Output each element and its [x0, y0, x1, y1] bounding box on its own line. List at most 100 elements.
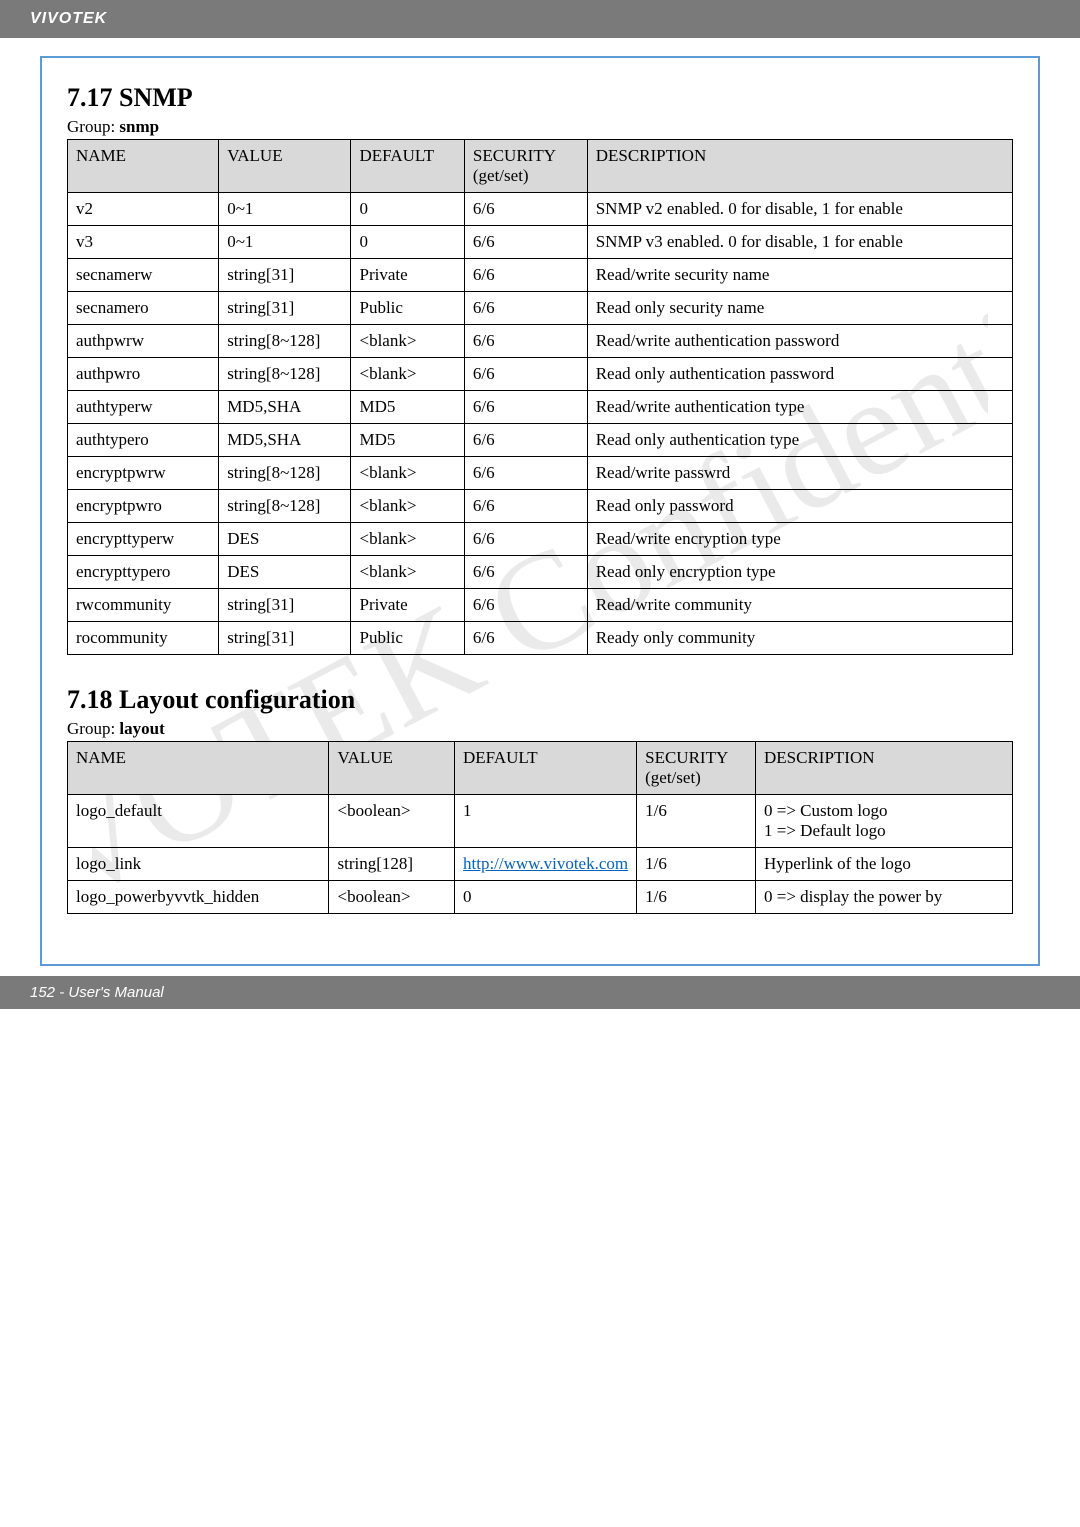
cell-default: 0: [351, 226, 464, 259]
cell-default: <blank>: [351, 457, 464, 490]
cell-name: rocommunity: [68, 622, 219, 655]
cell-name: secnamerw: [68, 259, 219, 292]
cell-security: 6/6: [464, 259, 587, 292]
group-label-layout: Group: layout: [67, 719, 1013, 739]
cell-security: 1/6: [637, 881, 756, 914]
cell-description: 0 => display the power by: [756, 881, 1013, 914]
cell-description: Read only authentication type: [587, 424, 1012, 457]
cell-default: Private: [351, 259, 464, 292]
table-row: logo_default<boolean>11/60 => Custom log…: [68, 795, 1013, 848]
cell-default: 1: [455, 795, 637, 848]
cell-security: 6/6: [464, 424, 587, 457]
cell-description: Read/write security name: [587, 259, 1012, 292]
cell-name: encryptpwrw: [68, 457, 219, 490]
cell-description: 0 => Custom logo1 => Default logo: [756, 795, 1013, 848]
cell-security: 6/6: [464, 325, 587, 358]
cell-name: authtyperw: [68, 391, 219, 424]
cell-value: string[8~128]: [219, 490, 351, 523]
col-security: SECURITY (get/set): [637, 742, 756, 795]
header-brand: VIVOTEK: [0, 0, 1080, 38]
cell-description: Read/write authentication type: [587, 391, 1012, 424]
cell-security: 1/6: [637, 795, 756, 848]
cell-name: logo_default: [68, 795, 329, 848]
cell-security: 1/6: [637, 848, 756, 881]
section-heading-snmp: 7.17 SNMP: [67, 83, 1013, 113]
cell-description: SNMP v2 enabled. 0 for disable, 1 for en…: [587, 193, 1012, 226]
table-row: rocommunitystring[31]Public6/6Ready only…: [68, 622, 1013, 655]
cell-security: 6/6: [464, 523, 587, 556]
table-row: logo_powerbyvvtk_hidden<boolean>01/60 =>…: [68, 881, 1013, 914]
cell-value: string[128]: [329, 848, 455, 881]
cell-value: <boolean>: [329, 881, 455, 914]
cell-description: SNMP v3 enabled. 0 for disable, 1 for en…: [587, 226, 1012, 259]
cell-default: <blank>: [351, 325, 464, 358]
cell-description: Read only encryption type: [587, 556, 1012, 589]
col-security: SECURITY (get/set): [464, 140, 587, 193]
cell-security: 6/6: [464, 457, 587, 490]
cell-description: Read only password: [587, 490, 1012, 523]
cell-security: 6/6: [464, 193, 587, 226]
cell-description: Read/write passwrd: [587, 457, 1012, 490]
col-description: DESCRIPTION: [587, 140, 1012, 193]
cell-value: string[8~128]: [219, 457, 351, 490]
cell-name: authpwrw: [68, 325, 219, 358]
cell-name: v3: [68, 226, 219, 259]
cell-default: <blank>: [351, 556, 464, 589]
cell-value: string[31]: [219, 589, 351, 622]
cell-default: MD5: [351, 424, 464, 457]
cell-default: <blank>: [351, 358, 464, 391]
cell-default: Public: [351, 622, 464, 655]
table-row: encryptpwrostring[8~128]<blank>6/6Read o…: [68, 490, 1013, 523]
col-default: DEFAULT: [351, 140, 464, 193]
table-row: secnamerostring[31]Public6/6Read only se…: [68, 292, 1013, 325]
table-row: v30~106/6SNMP v3 enabled. 0 for disable,…: [68, 226, 1013, 259]
cell-default: MD5: [351, 391, 464, 424]
cell-description: Read/write community: [587, 589, 1012, 622]
group-label-prefix: Group:: [67, 719, 119, 738]
cell-name: logo_link: [68, 848, 329, 881]
cell-description: Read only security name: [587, 292, 1012, 325]
cell-security: 6/6: [464, 358, 587, 391]
group-label-snmp: Group: snmp: [67, 117, 1013, 137]
cell-default: 0: [351, 193, 464, 226]
col-value: VALUE: [329, 742, 455, 795]
cell-name: authpwro: [68, 358, 219, 391]
col-name: NAME: [68, 140, 219, 193]
cell-name: encrypttypero: [68, 556, 219, 589]
cell-security: 6/6: [464, 226, 587, 259]
cell-value: MD5,SHA: [219, 391, 351, 424]
hyperlink[interactable]: http://www.vivotek.com: [463, 854, 628, 873]
table-row: encrypttyperwDES<blank>6/6Read/write enc…: [68, 523, 1013, 556]
col-default: DEFAULT: [455, 742, 637, 795]
cell-security: 6/6: [464, 622, 587, 655]
cell-value: string[8~128]: [219, 325, 351, 358]
cell-name: v2: [68, 193, 219, 226]
table-row: authpwrwstring[8~128]<blank>6/6Read/writ…: [68, 325, 1013, 358]
footer-page: 152 - User's Manual: [0, 976, 1080, 1009]
cell-default[interactable]: http://www.vivotek.com: [455, 848, 637, 881]
section-heading-layout: 7.18 Layout configuration: [67, 685, 1013, 715]
table-row: authpwrostring[8~128]<blank>6/6Read only…: [68, 358, 1013, 391]
cell-value: 0~1: [219, 226, 351, 259]
cell-value: string[8~128]: [219, 358, 351, 391]
cell-security: 6/6: [464, 292, 587, 325]
cell-security: 6/6: [464, 589, 587, 622]
cell-value: string[31]: [219, 259, 351, 292]
cell-default: <blank>: [351, 523, 464, 556]
table-row: encryptpwrwstring[8~128]<blank>6/6Read/w…: [68, 457, 1013, 490]
table-row: authtyperwMD5,SHAMD56/6Read/write authen…: [68, 391, 1013, 424]
cell-value: <boolean>: [329, 795, 455, 848]
cell-value: 0~1: [219, 193, 351, 226]
cell-value: string[31]: [219, 622, 351, 655]
snmp-table: NAME VALUE DEFAULT SECURITY (get/set) DE…: [67, 139, 1013, 655]
cell-security: 6/6: [464, 556, 587, 589]
cell-value: DES: [219, 556, 351, 589]
cell-security: 6/6: [464, 391, 587, 424]
cell-default: Private: [351, 589, 464, 622]
table-row: authtyperoMD5,SHAMD56/6Read only authent…: [68, 424, 1013, 457]
table-row: secnamerwstring[31]Private6/6Read/write …: [68, 259, 1013, 292]
cell-default: <blank>: [351, 490, 464, 523]
table-header-row: NAME VALUE DEFAULT SECURITY (get/set) DE…: [68, 742, 1013, 795]
table-header-row: NAME VALUE DEFAULT SECURITY (get/set) DE…: [68, 140, 1013, 193]
cell-value: MD5,SHA: [219, 424, 351, 457]
